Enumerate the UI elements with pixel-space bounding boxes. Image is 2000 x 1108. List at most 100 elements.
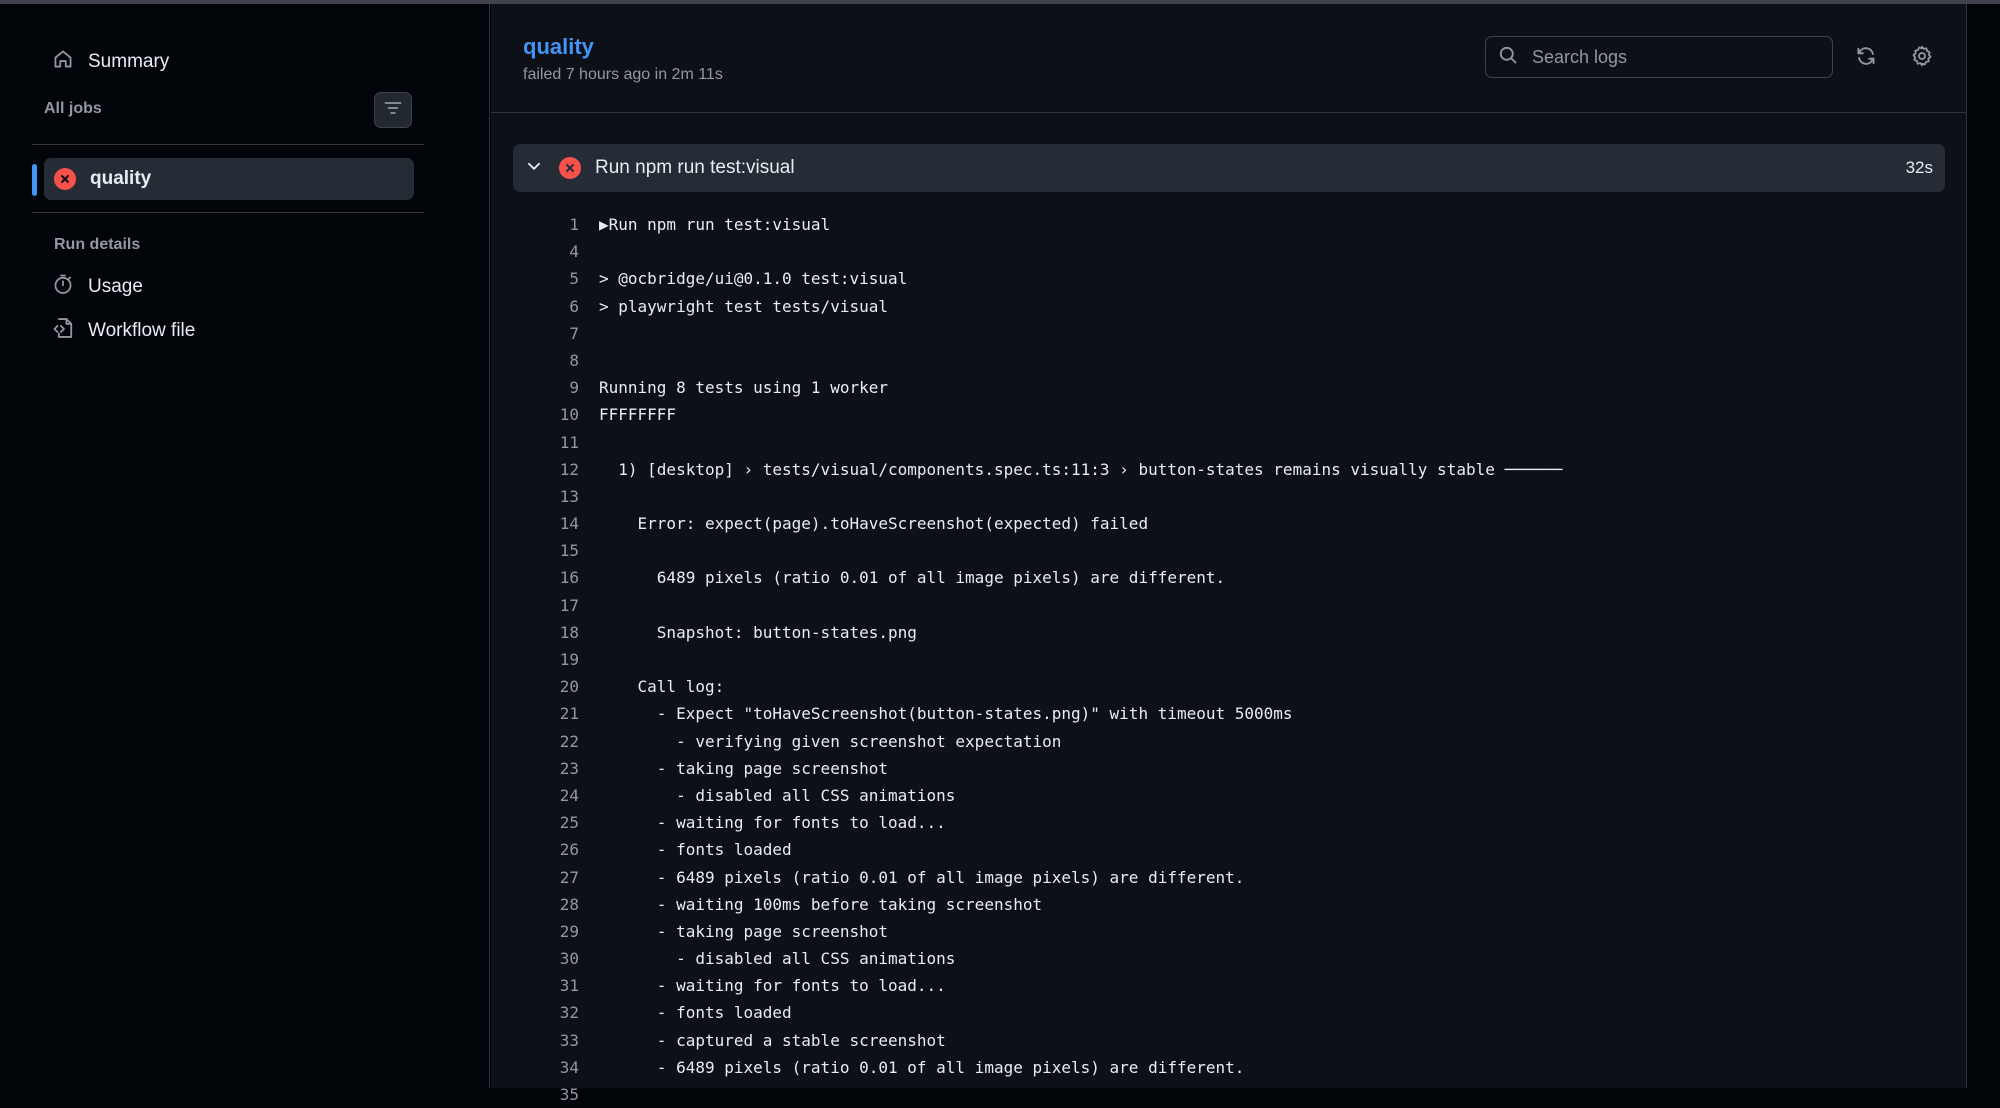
log-output: 1 ▶Run npm run test:visual 4 5 > @ocbridge/u…	[491, 211, 1967, 1108]
all-jobs-heading: All jobs	[44, 100, 102, 117]
line-number[interactable]: 18	[491, 619, 579, 646]
line-number[interactable]: 23	[491, 755, 579, 782]
step-header[interactable]: Run npm run test:visual 32s	[513, 144, 1945, 192]
line-number[interactable]: 20	[491, 673, 579, 700]
right-gutter	[1967, 4, 2000, 1088]
line-text: ▶Run npm run test:visual	[599, 215, 831, 234]
sidebar-item-summary[interactable]: Summary	[52, 44, 169, 80]
refresh-button[interactable]	[1850, 42, 1882, 74]
line-number[interactable]: 12	[491, 456, 579, 483]
line-number[interactable]: 4	[491, 238, 579, 265]
sidebar-item-workflow-file[interactable]: Workflow file	[52, 314, 195, 348]
line-number[interactable]: 6	[491, 293, 579, 320]
log-line[interactable]: 1 ▶Run npm run test:visual	[491, 211, 1967, 238]
search-logs-box[interactable]	[1485, 36, 1833, 78]
line-text: Snapshot: button-states.png	[599, 622, 917, 642]
search-icon	[1498, 45, 1518, 70]
line-number[interactable]: 28	[491, 891, 579, 918]
line-number[interactable]: 34	[491, 1054, 579, 1081]
line-text: 6489 pixels (ratio 0.01 of all image pix…	[599, 568, 1226, 588]
line-number[interactable]: 26	[491, 836, 579, 863]
log-line[interactable]: 20 Call log:	[491, 673, 1967, 700]
log-line[interactable]: 34 - 6489 pixels (ratio 0.01 of all imag…	[491, 1054, 1967, 1081]
log-line[interactable]: 13	[491, 483, 1967, 510]
line-text: - fonts loaded	[599, 1003, 792, 1023]
sidebar-job-quality[interactable]: quality	[44, 158, 414, 200]
line-number[interactable]: 21	[491, 700, 579, 727]
log-line[interactable]: 21 - Expect "toHaveScreenshot(button-sta…	[491, 700, 1967, 727]
log-line[interactable]: 10 FFFFFFFF	[491, 401, 1967, 428]
log-line[interactable]: 16 6489 pixels (ratio 0.01 of all image …	[491, 564, 1967, 591]
line-number[interactable]: 8	[491, 347, 579, 374]
log-line[interactable]: 25 - waiting for fonts to load...	[491, 809, 1967, 836]
log-line[interactable]: 31 - waiting for fonts to load...	[491, 972, 1967, 999]
line-number[interactable]: 16	[491, 564, 579, 591]
line-number[interactable]: 13	[491, 483, 579, 510]
job-log-panel: quality failed 7 hours ago in 2m 11s Run…	[491, 4, 1967, 1104]
log-line[interactable]: 30 - disabled all CSS animations	[491, 945, 1967, 972]
log-line[interactable]: 9 Running 8 tests using 1 worker	[491, 374, 1967, 401]
log-line[interactable]: 6 > playwright test tests/visual	[491, 293, 1967, 320]
log-line[interactable]: 35	[491, 1081, 1967, 1108]
header-divider	[491, 112, 1966, 113]
log-line[interactable]: 28 - waiting 100ms before taking screens…	[491, 891, 1967, 918]
line-number[interactable]: 33	[491, 1027, 579, 1054]
sidebar-item-usage[interactable]: Usage	[52, 270, 143, 304]
log-line[interactable]: 26 - fonts loaded	[491, 836, 1967, 863]
line-number[interactable]: 24	[491, 782, 579, 809]
chevron-down-icon	[525, 157, 543, 180]
line-number[interactable]: 5	[491, 265, 579, 292]
log-line[interactable]: 8	[491, 347, 1967, 374]
log-line[interactable]: 27 - 6489 pixels (ratio 0.01 of all imag…	[491, 864, 1967, 891]
line-number[interactable]: 17	[491, 592, 579, 619]
line-number[interactable]: 14	[491, 510, 579, 537]
line-number[interactable]: 27	[491, 864, 579, 891]
run-details-heading: Run details	[54, 236, 141, 253]
line-text: > @ocbridge/ui@0.1.0 test:visual	[599, 269, 908, 289]
line-number[interactable]: 19	[491, 646, 579, 673]
log-line[interactable]: 24 - disabled all CSS animations	[491, 782, 1967, 809]
job-title[interactable]: quality	[523, 34, 594, 60]
line-text: - waiting for fonts to load...	[599, 976, 946, 996]
line-text: - verifying given screenshot expectation	[599, 731, 1062, 751]
log-line[interactable]: 5 > @ocbridge/ui@0.1.0 test:visual	[491, 265, 1967, 292]
line-number[interactable]: 22	[491, 728, 579, 755]
line-number[interactable]: 32	[491, 999, 579, 1026]
line-number[interactable]: 29	[491, 918, 579, 945]
log-line[interactable]: 4	[491, 238, 1967, 265]
log-line[interactable]: 11	[491, 429, 1967, 456]
log-line[interactable]: 18 Snapshot: button-states.png	[491, 619, 1967, 646]
line-number[interactable]: 1	[491, 211, 579, 238]
log-line[interactable]: 17	[491, 592, 1967, 619]
line-text: 1) [desktop] › tests/visual/components.s…	[599, 459, 1563, 479]
line-text: - taking page screenshot	[599, 921, 888, 941]
sidebar-item-label: Workflow file	[88, 320, 196, 341]
filter-jobs-button[interactable]	[374, 92, 412, 128]
settings-button[interactable]	[1906, 42, 1938, 74]
log-line[interactable]: 29 - taking page screenshot	[491, 918, 1967, 945]
line-number[interactable]: 30	[491, 945, 579, 972]
line-number[interactable]: 25	[491, 809, 579, 836]
line-number[interactable]: 15	[491, 537, 579, 564]
log-line[interactable]: 14 Error: expect(page).toHaveScreenshot(…	[491, 510, 1967, 537]
line-number[interactable]: 35	[491, 1081, 579, 1108]
selected-indicator	[32, 164, 37, 196]
log-line[interactable]: 7	[491, 320, 1967, 347]
log-line[interactable]: 23 - taking page screenshot	[491, 755, 1967, 782]
line-text: Error: expect(page).toHaveScreenshot(exp…	[599, 514, 1149, 534]
line-number[interactable]: 10	[491, 401, 579, 428]
log-line[interactable]: 32 - fonts loaded	[491, 999, 1967, 1026]
search-logs-input[interactable]	[1530, 45, 1814, 69]
line-number[interactable]: 9	[491, 374, 579, 401]
log-line[interactable]: 12 1) [desktop] › tests/visual/component…	[491, 456, 1967, 483]
log-line[interactable]: 19	[491, 646, 1967, 673]
line-number[interactable]: 7	[491, 320, 579, 347]
log-line[interactable]: 22 - verifying given screenshot expectat…	[491, 728, 1967, 755]
line-number[interactable]: 11	[491, 429, 579, 456]
log-line[interactable]: 15	[491, 537, 1967, 564]
log-line[interactable]: 33 - captured a stable screenshot	[491, 1027, 1967, 1054]
line-text: Call log:	[599, 677, 725, 697]
line-text: - waiting for fonts to load...	[599, 813, 946, 833]
line-number[interactable]: 31	[491, 972, 579, 999]
sidebar-item-label: Usage	[88, 276, 143, 297]
